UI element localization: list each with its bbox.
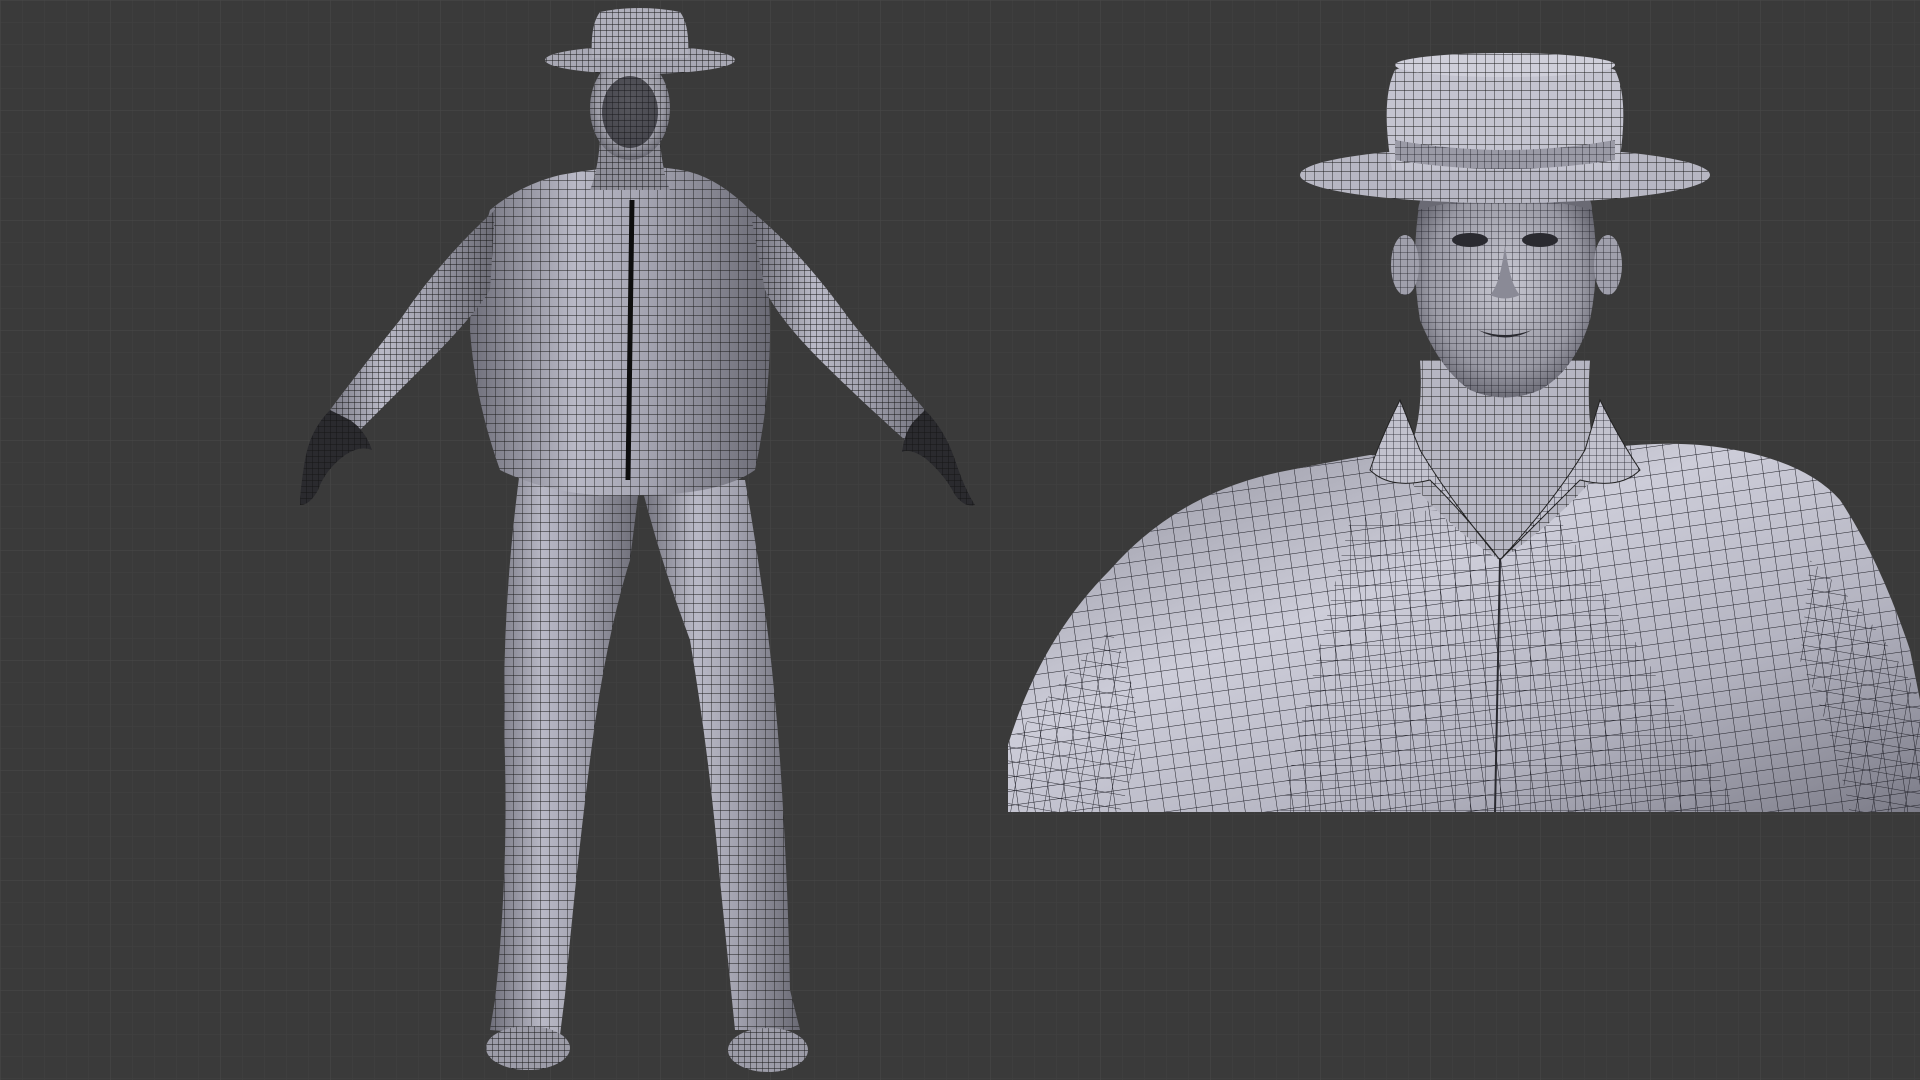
closeup-left-eye bbox=[1452, 233, 1488, 247]
face-dense-wire bbox=[602, 76, 658, 148]
3d-viewport[interactable] bbox=[0, 0, 1920, 1080]
closeup-right-eye bbox=[1522, 233, 1558, 247]
